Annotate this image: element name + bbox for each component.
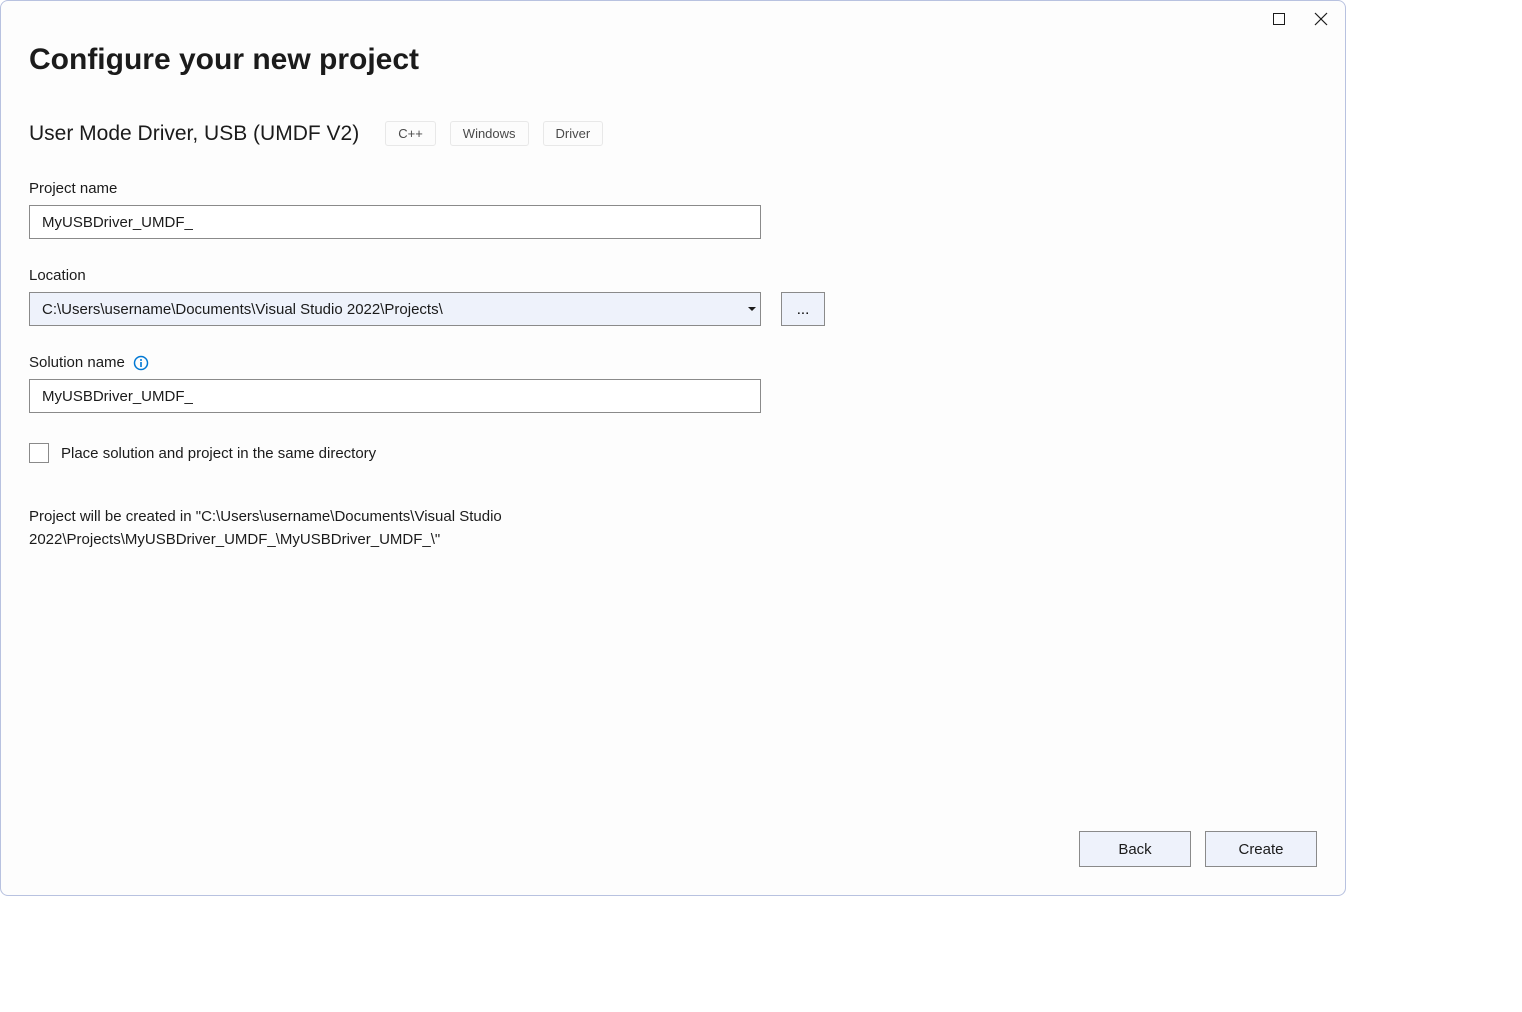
page-title: Configure your new project [29,43,1317,77]
close-button[interactable] [1309,7,1333,31]
dialog-window: Configure your new project User Mode Dri… [0,0,1346,896]
location-label: Location [29,267,1317,284]
browse-button[interactable]: ... [781,292,825,326]
chevron-down-icon [742,293,760,325]
close-icon [1314,12,1328,26]
same-dir-row: Place solution and project in the same d… [29,443,1317,463]
project-name-input[interactable] [29,205,761,239]
tag-windows: Windows [450,121,529,146]
location-value: C:\Users\username\Documents\Visual Studi… [30,301,742,318]
location-row: C:\Users\username\Documents\Visual Studi… [29,292,1317,326]
create-button[interactable]: Create [1205,831,1317,867]
location-group: Location C:\Users\username\Documents\Vis… [29,267,1317,326]
location-combo[interactable]: C:\Users\username\Documents\Visual Studi… [29,292,761,326]
solution-name-input[interactable] [29,379,761,413]
tag-cpp: C++ [385,121,436,146]
maximize-icon [1273,13,1285,25]
titlebar [1,1,1345,37]
same-dir-label: Place solution and project in the same d… [61,445,376,462]
content-area: Configure your new project User Mode Dri… [1,37,1345,831]
project-path-info: Project will be created in "C:\Users\use… [29,505,769,552]
same-dir-checkbox[interactable] [29,443,49,463]
tag-driver: Driver [543,121,604,146]
solution-name-label-text: Solution name [29,354,125,371]
footer: Back Create [1,831,1345,895]
info-icon[interactable] [133,355,149,371]
maximize-button[interactable] [1267,7,1291,31]
solution-name-label: Solution name [29,354,1317,371]
back-button[interactable]: Back [1079,831,1191,867]
project-name-group: Project name [29,180,1317,239]
template-row: User Mode Driver, USB (UMDF V2) C++ Wind… [29,121,1317,146]
template-name: User Mode Driver, USB (UMDF V2) [29,122,359,146]
project-name-label: Project name [29,180,1317,197]
solution-name-group: Solution name [29,354,1317,413]
